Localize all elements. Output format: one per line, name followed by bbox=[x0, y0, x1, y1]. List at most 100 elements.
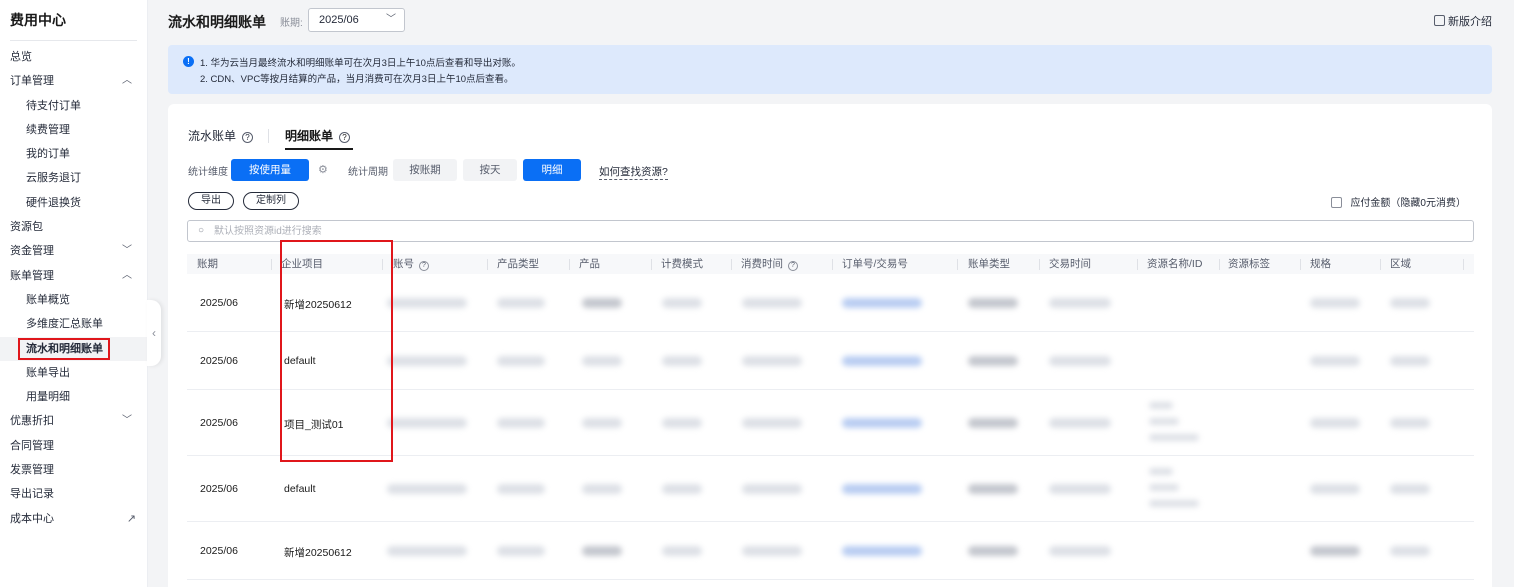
redacted-cell bbox=[1149, 484, 1179, 491]
col-label: 消费时间 bbox=[741, 258, 783, 270]
sidebar-item-label: 我的订单 bbox=[26, 148, 70, 161]
col-consume-time[interactable]: 消费时间? bbox=[741, 254, 798, 274]
export-button[interactable]: 导出 bbox=[188, 192, 234, 210]
col-product[interactable]: 产品 bbox=[579, 254, 600, 274]
sidebar-item-orders[interactable]: 订单管理 ︿ bbox=[0, 69, 148, 93]
sidebar-item-packages[interactable]: 资源包 bbox=[0, 215, 148, 239]
table-row[interactable]: 2025/06 新增20250612 bbox=[187, 522, 1474, 580]
col-trade-time[interactable]: 交易时间 bbox=[1049, 254, 1091, 274]
chevron-up-icon: ︿ bbox=[122, 75, 132, 87]
col-separator bbox=[1300, 259, 1301, 270]
cell-period: 2025/06 bbox=[200, 355, 238, 367]
sidebar-item-export-records[interactable]: 导出记录 bbox=[0, 482, 148, 506]
redacted-cell bbox=[582, 546, 622, 556]
sidebar-item-bills[interactable]: 账单管理 ︿ bbox=[0, 264, 148, 288]
col-separator bbox=[487, 259, 488, 270]
how-to-find-resource-link[interactable]: 如何查找资源? bbox=[599, 164, 668, 180]
redacted-cell bbox=[387, 418, 467, 428]
redacted-cell bbox=[387, 484, 467, 494]
cycle-by-period-button[interactable]: 按账期 bbox=[393, 159, 457, 181]
col-separator bbox=[1219, 259, 1220, 270]
cycle-detail-button[interactable]: 明细 bbox=[523, 159, 581, 181]
new-intro-link[interactable]: 新版介绍 bbox=[1434, 13, 1492, 29]
col-product-type[interactable]: 产品类型 bbox=[497, 254, 539, 274]
sidebar-item-unsubscribe[interactable]: 云服务退订 bbox=[0, 166, 148, 190]
redacted-cell bbox=[1310, 546, 1360, 556]
sidebar-item-label: 账单导出 bbox=[26, 366, 70, 379]
col-account[interactable]: 账号? bbox=[393, 254, 429, 274]
redacted-cell bbox=[742, 546, 802, 556]
sidebar-item-usage-detail[interactable]: 用量明细 bbox=[0, 385, 148, 409]
search-box[interactable]: ○ bbox=[187, 220, 1474, 242]
sidebar-item-bill-export[interactable]: 账单导出 bbox=[0, 361, 148, 385]
checkbox-icon[interactable] bbox=[1331, 197, 1343, 208]
tab-detail-bill[interactable]: 明细账单? bbox=[285, 127, 351, 144]
col-label: 账号 bbox=[393, 258, 414, 270]
sidebar-item-invoices[interactable]: 发票管理 bbox=[0, 458, 148, 482]
sidebar-list: 总览 订单管理 ︿ 待支付订单 续费管理 我的订单 云服务退订 硬件退换货 资源包… bbox=[0, 45, 148, 531]
sidebar-item-pending-orders[interactable]: 待支付订单 bbox=[0, 94, 148, 118]
sidebar-item-label: 订单管理 bbox=[10, 75, 54, 88]
col-billing-mode[interactable]: 计费模式 bbox=[661, 254, 703, 274]
customize-columns-button[interactable]: 定制列 bbox=[243, 192, 299, 210]
redacted-cell bbox=[1049, 484, 1111, 494]
main-content: 流水和明细账单 账期: 2025/06 ﹀ 新版介绍 ! 1. 华为云当月最终流… bbox=[148, 0, 1514, 587]
bill-card: 流水账单? 明细账单? 统计维度 按使用量 ⚙ 统计周期 按账期 按天 明细 如… bbox=[168, 104, 1492, 587]
table-row[interactable]: 2025/06 default bbox=[187, 456, 1474, 522]
help-icon[interactable]: ? bbox=[339, 132, 351, 143]
col-separator bbox=[569, 259, 570, 270]
col-period[interactable]: 账期 bbox=[197, 254, 218, 274]
sidebar-item-bill-overview[interactable]: 账单概览 bbox=[0, 288, 148, 312]
redacted-cell bbox=[662, 418, 702, 428]
redacted-cell bbox=[742, 484, 802, 494]
col-resource-name[interactable]: 资源名称/ID bbox=[1147, 254, 1202, 274]
redacted-cell bbox=[582, 418, 622, 428]
search-input[interactable] bbox=[214, 223, 814, 239]
redacted-cell bbox=[842, 298, 922, 308]
cycle-by-day-button[interactable]: 按天 bbox=[463, 159, 517, 181]
help-icon[interactable]: ? bbox=[419, 261, 429, 271]
redacted-cell bbox=[387, 546, 467, 556]
sidebar-item-flow-detail-bills[interactable]: 流水和明细账单 bbox=[0, 336, 148, 361]
sidebar-item-funds[interactable]: 资金管理 ﹀ bbox=[0, 239, 148, 263]
gear-icon[interactable]: ⚙ bbox=[318, 163, 328, 176]
sidebar-item-label: 资金管理 bbox=[10, 245, 54, 258]
sidebar-item-multi-dim-bills[interactable]: 多维度汇总账单 bbox=[0, 312, 148, 336]
sidebar-item-contracts[interactable]: 合同管理 bbox=[0, 434, 148, 458]
sidebar-item-renewals[interactable]: 续费管理 bbox=[0, 118, 148, 142]
sidebar-item-discounts[interactable]: 优惠折扣 ﹀ bbox=[0, 409, 148, 433]
col-order-no[interactable]: 订单号/交易号 bbox=[842, 254, 908, 274]
sidebar-item-label: 续费管理 bbox=[26, 123, 70, 136]
redacted-cell bbox=[1390, 356, 1430, 366]
tab-flow-bill[interactable]: 流水账单? bbox=[188, 127, 254, 144]
col-separator bbox=[271, 259, 272, 270]
chevron-down-icon: ﹀ bbox=[122, 415, 132, 427]
sidebar-item-label: 云服务退订 bbox=[26, 172, 81, 185]
sidebar-item-hardware-returns[interactable]: 硬件退换货 bbox=[0, 191, 148, 215]
help-icon[interactable]: ? bbox=[242, 132, 254, 143]
help-icon[interactable]: ? bbox=[788, 261, 798, 271]
dimension-usage-button[interactable]: 按使用量 bbox=[231, 159, 309, 181]
period-select[interactable]: 2025/06 ﹀ bbox=[308, 8, 405, 32]
chevron-down-icon: ﹀ bbox=[386, 14, 396, 25]
highlight-box bbox=[18, 337, 110, 360]
sidebar-item-cost-center[interactable]: 成本中心 ↗ bbox=[0, 507, 148, 531]
sidebar-collapse-handle[interactable]: ‹ bbox=[147, 300, 161, 366]
hide-zero-checkbox[interactable]: 应付金额（隐藏0元消费） bbox=[1331, 194, 1466, 209]
search-doc-icon bbox=[1434, 15, 1445, 26]
redacted-cell bbox=[387, 356, 467, 366]
dimension-label: 统计维度 bbox=[188, 167, 228, 178]
redacted-cell bbox=[1390, 546, 1430, 556]
sidebar-item-overview[interactable]: 总览 bbox=[0, 45, 148, 69]
col-bill-type[interactable]: 账单类型 bbox=[968, 254, 1010, 274]
col-region[interactable]: 区域 bbox=[1390, 254, 1411, 274]
sidebar-item-label: 待支付订单 bbox=[26, 99, 81, 112]
sidebar-item-label: 硬件退换货 bbox=[26, 196, 81, 209]
sidebar-item-my-orders[interactable]: 我的订单 bbox=[0, 142, 148, 166]
redacted-cell bbox=[968, 418, 1018, 428]
sidebar-item-label: 成本中心 bbox=[10, 512, 54, 525]
col-resource-tags[interactable]: 资源标签 bbox=[1228, 254, 1270, 274]
redacted-cell bbox=[1149, 434, 1199, 441]
tab-label: 流水账单 bbox=[188, 129, 237, 143]
col-spec[interactable]: 规格 bbox=[1310, 254, 1331, 274]
